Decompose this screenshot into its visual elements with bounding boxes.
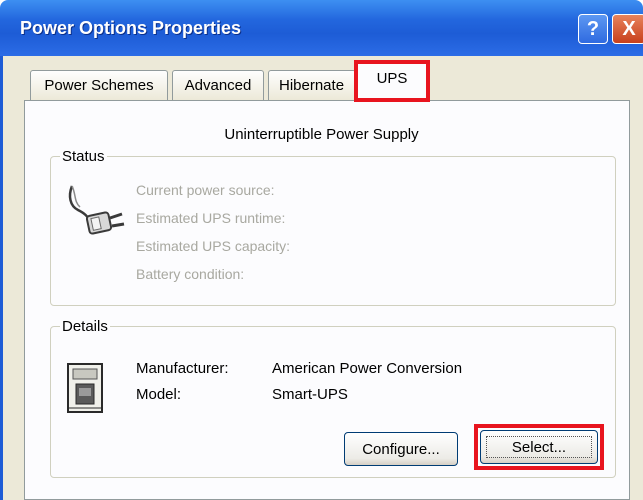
window-title: Power Options Properties	[20, 18, 242, 38]
close-button[interactable]: X	[612, 14, 643, 44]
configure-button[interactable]: Configure...	[344, 432, 458, 466]
tab-hibernate[interactable]: Hibernate	[268, 70, 356, 100]
help-icon: ?	[586, 17, 600, 40]
model-value: Smart-UPS	[272, 386, 348, 403]
estimated-ups-runtime-label: Estimated UPS runtime:	[136, 210, 286, 226]
battery-condition-label: Battery condition:	[136, 266, 245, 282]
manufacturer-label: Manufacturer:	[136, 360, 229, 377]
current-power-source-label: Current power source:	[136, 182, 275, 198]
power-plug-icon	[68, 185, 125, 235]
details-group-label: Details	[60, 318, 110, 335]
close-icon: X	[622, 17, 636, 40]
tab-power-schemes[interactable]: Power Schemes	[30, 70, 168, 100]
status-group-label: Status	[60, 148, 107, 165]
estimated-ups-capacity-label: Estimated UPS capacity:	[136, 238, 291, 254]
manufacturer-value: American Power Conversion	[272, 360, 463, 377]
title-bar: Power Options Properties ? X	[0, 0, 643, 56]
select-button[interactable]: Select...	[480, 430, 598, 464]
status-groupbox	[50, 156, 616, 306]
ups-device-icon	[67, 363, 103, 413]
panel-heading: Uninterruptible Power Supply	[224, 126, 419, 143]
tab-ups[interactable]: UPS	[354, 60, 430, 102]
help-button[interactable]: ?	[578, 14, 608, 44]
tab-advanced[interactable]: Advanced	[172, 70, 264, 100]
model-label: Model:	[136, 386, 182, 403]
